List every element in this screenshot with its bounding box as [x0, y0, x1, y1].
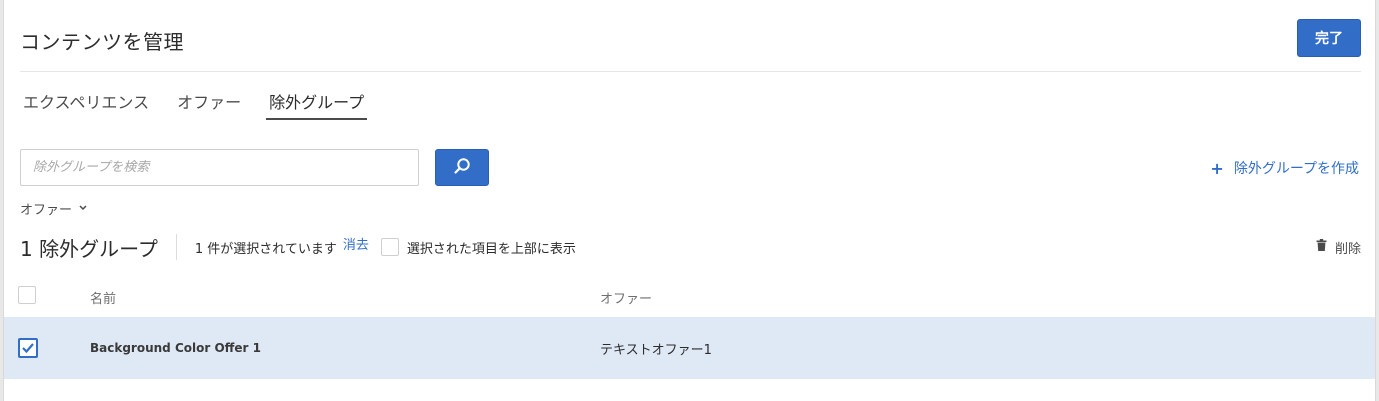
dialog-title: コンテンツを管理 [20, 30, 184, 54]
column-header-name[interactable]: 名前 [90, 288, 116, 307]
result-count: 1 除外グループ [20, 236, 158, 261]
search-input[interactable] [20, 149, 419, 186]
divider [175, 234, 177, 260]
row-offer: テキストオファー1 [600, 343, 712, 358]
offer-filter-dropdown[interactable]: オファー [20, 199, 88, 218]
plus-icon: + [1210, 158, 1224, 178]
column-header-offer[interactable]: オファー [600, 288, 652, 307]
row-name[interactable]: Background Color Offer 1 [90, 341, 261, 355]
table-row[interactable]: Background Color Offer 1 テキストオファー1 [4, 317, 1375, 379]
delete-label: 削除 [1334, 241, 1361, 257]
show-selected-on-top-toggle[interactable]: 選択された項目を上部に表示 [380, 238, 576, 257]
trash-icon [1316, 239, 1327, 255]
create-exclusion-group-link[interactable]: + 除外グループを作成 [1210, 158, 1359, 178]
tab-offers[interactable]: オファー [174, 92, 244, 120]
filter-label: オファー [20, 203, 73, 218]
tab-experiences[interactable]: エクスペリエンス [20, 92, 152, 120]
create-exclusion-group-label: 除外グループを作成 [1233, 161, 1359, 177]
divider [20, 71, 1361, 72]
chevron-down-icon [78, 201, 88, 216]
clear-selection-link[interactable]: 消去 [343, 234, 369, 253]
checkmark-icon [22, 343, 34, 354]
tab-bar: エクスペリエンス オファー 除外グループ [20, 92, 389, 120]
delete-button[interactable]: 削除 [1316, 238, 1361, 257]
select-all-checkbox[interactable] [18, 286, 36, 304]
show-selected-on-top-checkbox[interactable] [380, 238, 399, 256]
tab-exclusion-groups[interactable]: 除外グループ [266, 92, 368, 120]
done-button[interactable]: 完了 [1297, 19, 1361, 57]
summary-bar: 1 除外グループ 1 件が選択されています 消去 選択された項目を上部に表示 削… [20, 232, 1361, 262]
row-checkbox[interactable] [18, 338, 38, 358]
search-icon [453, 157, 471, 179]
search-button[interactable] [435, 149, 489, 186]
show-selected-on-top-label: 選択された項目を上部に表示 [406, 241, 576, 257]
table-header: 名前 オファー [4, 282, 1375, 310]
manage-content-dialog: コンテンツを管理 完了 エクスペリエンス オファー 除外グループ + 除外グルー… [3, 0, 1376, 401]
selection-status: 1 件が選択されています [194, 241, 337, 257]
